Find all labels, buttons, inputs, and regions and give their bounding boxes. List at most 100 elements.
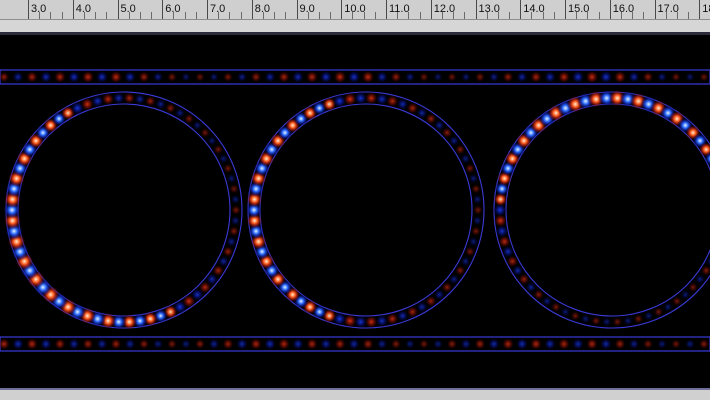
ring-field-spot [550, 301, 562, 313]
bus-field-spot [488, 71, 500, 83]
bus-field-spot [109, 70, 123, 84]
bottom-frame [0, 388, 710, 400]
ring-field-spot [671, 296, 683, 307]
bus-field-spot [348, 338, 360, 350]
ruler-tick-label: 18.0 [702, 3, 710, 15]
simulation-window: 3.0 4.0 5.0 6.0 7.0 8.0 9.0 10.0 11.0 12.0 13.0 14.… [0, 0, 710, 400]
ring-field-spot [123, 92, 136, 105]
bus-field-spot [529, 70, 543, 84]
field-view[interactable] [0, 35, 710, 388]
bus-field-spot [529, 337, 543, 351]
ring-field-spot [472, 194, 483, 205]
ruler-tick-label: 13.0 [478, 3, 500, 15]
ruler-minor-tick [195, 12, 197, 19]
bus-field-spot [305, 70, 319, 84]
ruler-tick-label: 14.0 [523, 3, 545, 15]
horizontal-ruler[interactable]: 3.0 4.0 5.0 6.0 7.0 8.0 9.0 10.0 11.0 12.0 13.0 14.… [0, 0, 710, 20]
bus-field-spot [698, 338, 710, 350]
ruler-minor-tick [318, 12, 320, 19]
ring-field-spot [230, 194, 241, 205]
ruler-minor-tick [397, 12, 399, 19]
bus-field-spot [25, 337, 39, 351]
bus-field-spot [152, 71, 164, 83]
ring-field-spot [155, 98, 167, 110]
bus-field-spot [123, 70, 137, 84]
ring-field-spot [580, 313, 591, 324]
ruler-minor-tick [441, 12, 443, 19]
bus-field-spot [656, 71, 668, 83]
bus-field-spot [166, 338, 178, 350]
bus-field-spot [460, 338, 472, 350]
bus-field-spot [181, 72, 191, 82]
bus-field-spot [446, 71, 458, 83]
ruler-minor-tick [50, 12, 52, 19]
bus-field-spot [376, 338, 388, 350]
ring-field-spot [662, 301, 674, 313]
bus-field-spot [404, 338, 416, 350]
ring-field-spot [694, 274, 706, 285]
bus-field-spot [656, 338, 668, 350]
ring-field-spot [213, 144, 224, 155]
bus-field-spot [319, 70, 333, 84]
ruler-major-tick [609, 0, 611, 19]
ruler-minor-tick [632, 12, 634, 19]
bus-field-spot [333, 70, 347, 84]
ring-field-spot [633, 313, 644, 324]
bus-field-spot [263, 337, 277, 351]
ruler-minor-tick [61, 12, 63, 19]
bus-field-spot [138, 338, 150, 350]
ring-field-spot [591, 315, 602, 326]
ruler-minor-tick [240, 12, 242, 19]
bus-field-spot [249, 337, 263, 351]
ring-field-spot [541, 295, 553, 307]
bus-field-spot [333, 337, 347, 351]
bus-field-spot [67, 70, 81, 84]
ruler-minor-tick [274, 12, 276, 19]
bus-field-spot [613, 70, 627, 84]
bus-field-spot [501, 337, 515, 351]
bus-field-spot [543, 70, 557, 84]
bus-field-spot [53, 70, 67, 84]
ruler-minor-tick [643, 12, 645, 19]
bus-field-spot [685, 72, 695, 82]
ruler-tick-label: 16.0 [612, 3, 635, 15]
ruler-minor-tick [330, 12, 332, 19]
ruler-minor-tick [139, 12, 141, 19]
ruler-minor-tick [374, 12, 376, 19]
bus-field-spot [250, 71, 262, 83]
bus-field-spot [557, 70, 571, 84]
bus-field-spot [166, 71, 178, 83]
bus-field-spot [264, 71, 276, 83]
bus-field-spot [305, 337, 319, 351]
bus-field-spot [277, 70, 291, 84]
bus-field-spot [138, 71, 150, 83]
bus-field-spot [571, 337, 585, 351]
field-plot[interactable] [0, 35, 710, 388]
bus-field-spot [446, 338, 458, 350]
bus-field-spot [684, 338, 696, 350]
bus-field-spot [235, 337, 249, 351]
bus-field-spot [124, 338, 136, 350]
ruler-minor-tick [363, 12, 365, 19]
ruler-minor-tick [542, 12, 544, 19]
ring-field-spot [222, 163, 234, 174]
bus-field-spot [585, 70, 599, 84]
bus-field-spot [502, 71, 514, 83]
bus-field-spot [39, 70, 53, 84]
ring-field-spot [134, 93, 146, 105]
ruler-minor-tick [408, 12, 410, 19]
bus-field-spot [81, 70, 95, 84]
bus-field-spot [642, 71, 654, 83]
bus-field-spot [627, 70, 641, 84]
bus-field-spot [195, 72, 205, 82]
ruler-minor-tick [106, 12, 108, 19]
ring-field-spot [454, 144, 466, 155]
ruler-tick-label: 11.0 [389, 3, 410, 15]
ruler-minor-tick [576, 12, 578, 19]
ruler-minor-tick [307, 12, 309, 19]
bus-field-spot [460, 71, 472, 83]
bus-field-spot [110, 338, 122, 350]
ruler-major-tick [117, 0, 119, 19]
ruler-minor-tick [464, 12, 466, 19]
bus-field-spot [291, 337, 305, 351]
